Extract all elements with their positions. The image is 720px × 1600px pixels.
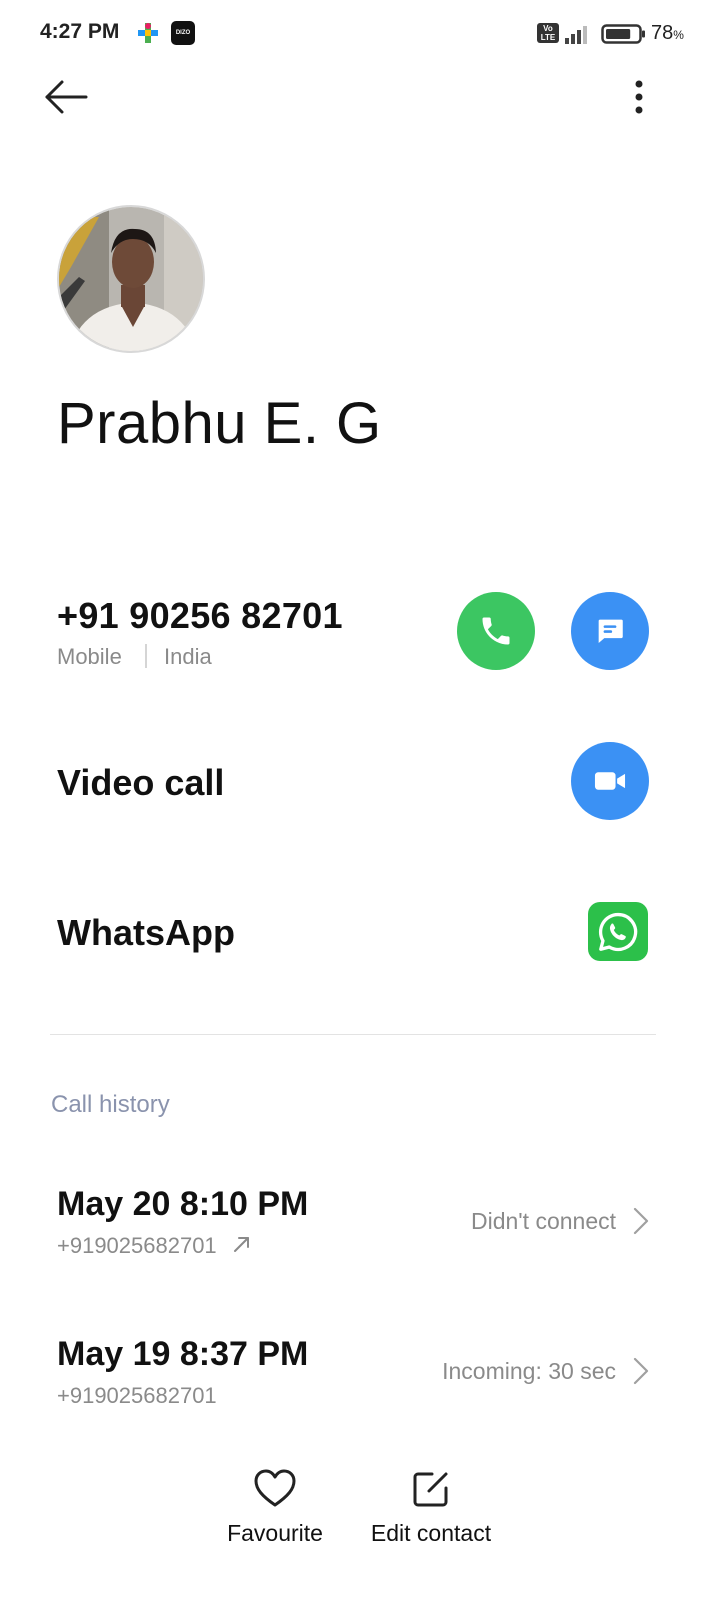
call-history-status: Incoming: 30 sec bbox=[442, 1358, 616, 1384]
call-history-status: Didn't connect bbox=[470, 1208, 616, 1234]
call-history-number: +919025682701 bbox=[57, 1233, 217, 1258]
more-vertical-icon bbox=[635, 80, 643, 114]
phone-number[interactable]: +91 90256 82701 bbox=[57, 595, 343, 637]
call-history-date: May 20 8:10 PM bbox=[57, 1185, 309, 1223]
battery-percent-value: 78 bbox=[651, 22, 674, 44]
message-icon bbox=[598, 619, 623, 644]
video-call-label[interactable]: Video call bbox=[57, 762, 224, 804]
status-time: 4:27 PM bbox=[40, 20, 120, 43]
call-button[interactable] bbox=[457, 592, 535, 670]
video-camera-icon bbox=[594, 772, 626, 790]
battery-icon bbox=[601, 23, 647, 45]
volte-icon: Vo LTE bbox=[537, 23, 559, 43]
edit-contact-label: Edit contact bbox=[370, 1520, 492, 1546]
whatsapp-button[interactable] bbox=[588, 902, 648, 961]
battery-percent: 78% bbox=[651, 22, 684, 45]
contact-avatar[interactable] bbox=[57, 205, 205, 353]
edit-icon bbox=[413, 1472, 448, 1507]
favourite-label: Favourite bbox=[227, 1520, 323, 1546]
heart-icon bbox=[254, 1469, 296, 1507]
outgoing-arrow-icon bbox=[232, 1234, 252, 1254]
battery-percent-unit: % bbox=[673, 28, 684, 42]
whatsapp-label[interactable]: WhatsApp bbox=[57, 912, 235, 954]
phone-icon bbox=[482, 617, 510, 645]
contact-name: Prabhu E. G bbox=[57, 391, 382, 456]
edit-contact-button[interactable]: Edit contact bbox=[356, 1466, 506, 1556]
phone-type-label: Mobile bbox=[57, 644, 122, 669]
phone-label-divider bbox=[145, 644, 147, 668]
chevron-right-icon[interactable] bbox=[630, 1356, 652, 1386]
signal-icon bbox=[563, 23, 593, 45]
notification-app-icon bbox=[137, 22, 159, 44]
section-divider bbox=[50, 1034, 656, 1035]
call-history-number: +919025682701 bbox=[57, 1383, 217, 1408]
whatsapp-icon bbox=[598, 912, 638, 951]
phone-country-label: India bbox=[164, 644, 212, 669]
dizo-app-icon: DIZO bbox=[171, 21, 195, 45]
back-button[interactable] bbox=[40, 72, 94, 124]
call-history-date: May 19 8:37 PM bbox=[57, 1335, 309, 1373]
call-history-title: Call history bbox=[51, 1091, 170, 1118]
favourite-button[interactable]: Favourite bbox=[200, 1466, 350, 1556]
video-call-button[interactable] bbox=[571, 742, 649, 820]
chevron-right-icon[interactable] bbox=[630, 1206, 652, 1236]
more-options-button[interactable] bbox=[618, 72, 660, 124]
arrow-left-icon bbox=[45, 80, 88, 114]
message-button[interactable] bbox=[571, 592, 649, 670]
